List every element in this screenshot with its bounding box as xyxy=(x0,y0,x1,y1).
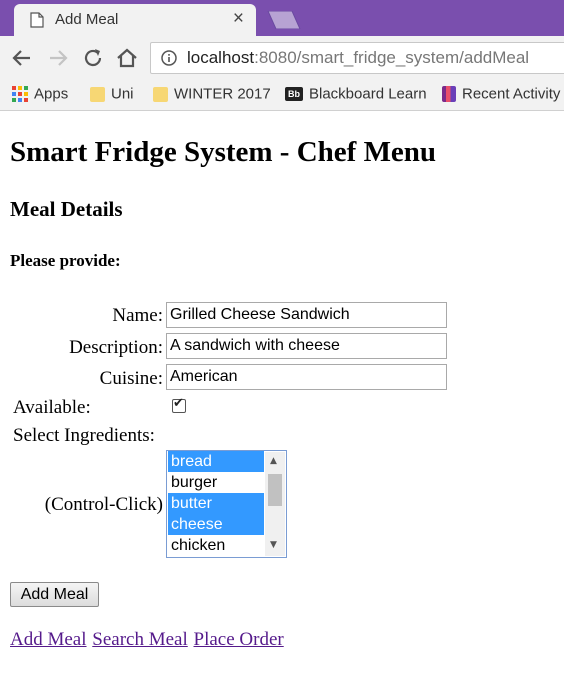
select-ingredients-label: Select Ingredients: xyxy=(13,425,155,446)
folder-icon xyxy=(153,86,168,102)
url-path: :8080/smart_fridge_system/addMeal xyxy=(254,48,530,67)
url-host: localhost xyxy=(187,48,255,67)
bookmark-apps[interactable]: Apps xyxy=(12,85,68,105)
reload-icon[interactable] xyxy=(80,45,106,71)
name-input[interactable] xyxy=(166,302,447,328)
add-meal-link[interactable]: Add Meal xyxy=(10,629,87,650)
forward-arrow-icon[interactable] xyxy=(45,45,71,71)
bookmark-label: WINTER 2017 xyxy=(174,85,271,103)
url-text: localhost:8080/smart_fridge_system/addMe… xyxy=(187,48,529,68)
cuisine-input[interactable] xyxy=(166,364,447,390)
tab-title: Add Meal xyxy=(55,11,119,28)
available-label: Available: xyxy=(13,397,91,418)
control-click-hint: (Control-Click) xyxy=(44,494,163,515)
tab-close-icon[interactable]: × xyxy=(233,9,244,29)
bookmark-label: Uni xyxy=(111,85,134,103)
ingredient-option-burger[interactable]: burger xyxy=(168,472,264,493)
nav-links: Add Meal Search Meal Place Order xyxy=(10,629,285,651)
bookmark-label: Apps xyxy=(34,85,69,103)
listbox-scrollbar[interactable]: ▲ ▼ xyxy=(265,452,285,556)
cuisine-label: Cuisine: xyxy=(99,368,163,389)
page-icon xyxy=(30,12,44,28)
tab-strip: Add Meal × xyxy=(0,0,564,36)
ingredient-option-butter[interactable]: butter xyxy=(168,493,264,514)
bookmark-recent-activity[interactable]: Recent Activity xyxy=(442,85,560,105)
back-arrow-icon[interactable] xyxy=(9,45,35,71)
scrollbar-thumb[interactable] xyxy=(268,474,282,506)
bookmark-blackboard-learn[interactable]: Bb Blackboard Learn xyxy=(285,85,427,105)
description-input[interactable] xyxy=(166,333,447,359)
ingredient-option-cheese[interactable]: cheese xyxy=(168,514,264,535)
search-meal-link[interactable]: Search Meal xyxy=(92,629,187,650)
apps-grid-icon xyxy=(12,86,28,103)
blackboard-icon: Bb xyxy=(285,87,303,102)
available-checkbox[interactable]: ✔ xyxy=(172,396,186,413)
ingredient-option-chicken[interactable]: chicken xyxy=(168,535,264,556)
address-bar[interactable]: localhost:8080/smart_fridge_system/addMe… xyxy=(150,42,564,74)
name-label: Name: xyxy=(112,305,163,326)
ingredient-option-bread[interactable]: bread xyxy=(168,451,264,472)
bookmark-uni[interactable]: Uni xyxy=(90,85,134,105)
scroll-up-arrow-icon[interactable]: ▲ xyxy=(270,456,277,466)
place-order-link[interactable]: Place Order xyxy=(194,629,284,650)
browser-toolbar: localhost:8080/smart_fridge_system/addMe… xyxy=(0,36,564,81)
page-title: Smart Fridge System - Chef Menu xyxy=(10,136,437,168)
browser-tab-add-meal[interactable]: Add Meal × xyxy=(14,4,256,36)
ingredients-listbox[interactable]: bread burger butter cheese chicken ▲ ▼ xyxy=(166,450,287,558)
section-title: Meal Details xyxy=(10,197,123,221)
checkmark-icon: ✔ xyxy=(173,396,184,411)
info-icon[interactable] xyxy=(161,50,177,66)
home-icon[interactable] xyxy=(114,45,140,71)
folder-icon xyxy=(90,86,105,102)
bookmark-label: Blackboard Learn xyxy=(309,85,427,103)
scroll-down-arrow-icon[interactable]: ▼ xyxy=(270,540,277,550)
bookmark-label: Recent Activity xyxy=(462,85,561,103)
add-meal-button[interactable]: Add Meal xyxy=(10,582,99,607)
recent-activity-icon xyxy=(442,86,456,103)
instructions-text: Please provide: xyxy=(10,251,121,270)
description-label: Description: xyxy=(69,337,163,358)
bookmarks-bar: Apps Uni WINTER 2017 Bb Blackboard Learn … xyxy=(0,81,564,111)
bookmark-winter-2017[interactable]: WINTER 2017 xyxy=(153,85,271,105)
new-tab-button[interactable] xyxy=(262,11,302,29)
